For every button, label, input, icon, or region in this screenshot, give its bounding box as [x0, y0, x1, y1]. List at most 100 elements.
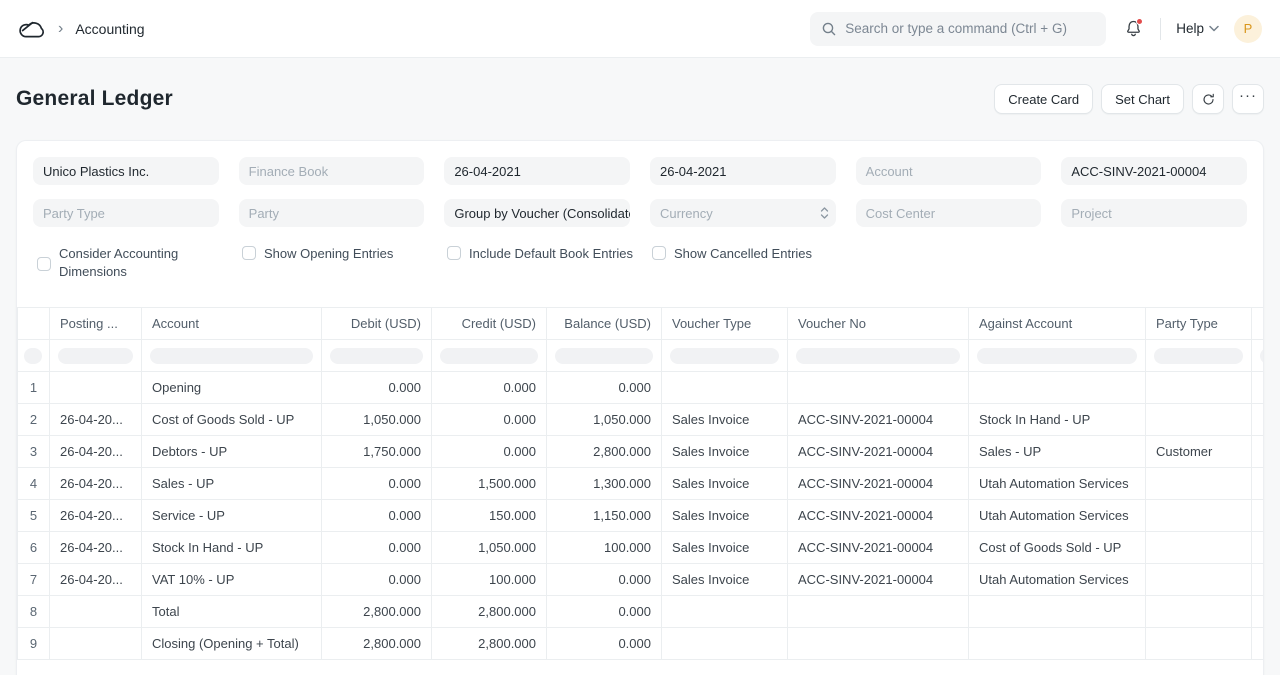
cell-posting-date[interactable]: 26-04-20...: [50, 468, 142, 500]
user-avatar[interactable]: P: [1234, 15, 1262, 43]
cell-voucher-type[interactable]: Sales Invoice: [662, 500, 788, 532]
finance-book-filter[interactable]: Finance Book: [239, 157, 425, 185]
cell-posting-date[interactable]: [50, 628, 142, 660]
cell-against-account[interactable]: [969, 596, 1146, 628]
cell-voucher-type[interactable]: Sales Invoice: [662, 532, 788, 564]
col-header-posting-date[interactable]: Posting ...: [50, 308, 142, 340]
cell-debit[interactable]: 2,800.000: [322, 596, 432, 628]
cell-party-type[interactable]: [1146, 468, 1252, 500]
col-header-debit[interactable]: Debit (USD): [322, 308, 432, 340]
breadcrumb[interactable]: Accounting: [75, 21, 144, 37]
cell-credit[interactable]: 0.000: [432, 372, 547, 404]
cell-debit[interactable]: 2,800.000: [322, 628, 432, 660]
cell-account[interactable]: Stock In Hand - UP: [142, 532, 322, 564]
col-header-party[interactable]: Party: [1252, 308, 1264, 340]
cell-party[interactable]: [1252, 628, 1264, 660]
col-header-against-account[interactable]: Against Account: [969, 308, 1146, 340]
cell-party-type[interactable]: [1146, 404, 1252, 436]
create-card-button[interactable]: Create Card: [994, 84, 1093, 114]
cell-against-account[interactable]: Sales - UP: [969, 436, 1146, 468]
cell-party-type[interactable]: [1146, 628, 1252, 660]
column-filter-input[interactable]: [330, 348, 423, 364]
voucher-no-filter[interactable]: ACC-SINV-2021-00004: [1061, 157, 1247, 185]
cell-party-type[interactable]: [1146, 596, 1252, 628]
app-logo-icon[interactable]: [18, 17, 46, 41]
cell-party-type[interactable]: Customer: [1146, 436, 1252, 468]
cell-voucher-no[interactable]: [788, 372, 969, 404]
col-header-account[interactable]: Account: [142, 308, 322, 340]
cell-party-type[interactable]: [1146, 564, 1252, 596]
cell-account[interactable]: Service - UP: [142, 500, 322, 532]
cell-against-account[interactable]: Utah Automation Services: [969, 468, 1146, 500]
cell-voucher-type[interactable]: Sales Invoice: [662, 404, 788, 436]
cell-voucher-no[interactable]: [788, 628, 969, 660]
cell-balance[interactable]: 0.000: [547, 372, 662, 404]
cell-voucher-no[interactable]: ACC-SINV-2021-00004: [788, 468, 969, 500]
cell-account[interactable]: Closing (Opening + Total): [142, 628, 322, 660]
cell-balance[interactable]: 2,800.000: [547, 436, 662, 468]
cell-voucher-no[interactable]: [788, 596, 969, 628]
cell-account[interactable]: Total: [142, 596, 322, 628]
cell-debit[interactable]: 0.000: [322, 500, 432, 532]
cell-credit[interactable]: 2,800.000: [432, 628, 547, 660]
cell-account[interactable]: Debtors - UP: [142, 436, 322, 468]
cell-account[interactable]: VAT 10% - UP: [142, 564, 322, 596]
cost-center-filter[interactable]: Cost Center: [856, 199, 1042, 227]
cell-balance[interactable]: 0.000: [547, 596, 662, 628]
cell-voucher-type[interactable]: [662, 372, 788, 404]
cell-debit[interactable]: 1,750.000: [322, 436, 432, 468]
cell-voucher-type[interactable]: Sales Invoice: [662, 564, 788, 596]
cell-against-account[interactable]: Utah Automation Services: [969, 500, 1146, 532]
checkbox-icon[interactable]: [37, 257, 51, 271]
cell-voucher-type[interactable]: [662, 596, 788, 628]
column-filter-input[interactable]: [555, 348, 653, 364]
column-filter-input[interactable]: [440, 348, 538, 364]
col-header-voucher-no[interactable]: Voucher No: [788, 308, 969, 340]
cell-balance[interactable]: 1,300.000: [547, 468, 662, 500]
cell-posting-date[interactable]: 26-04-20...: [50, 532, 142, 564]
cell-account[interactable]: Sales - UP: [142, 468, 322, 500]
cell-party[interactable]: [1252, 532, 1264, 564]
cell-party-type[interactable]: [1146, 532, 1252, 564]
column-filter-input[interactable]: [24, 348, 42, 364]
help-menu[interactable]: Help: [1176, 21, 1219, 36]
cell-credit[interactable]: 0.000: [432, 436, 547, 468]
check-show-cancelled-entries[interactable]: Show Cancelled Entries: [652, 245, 857, 281]
cell-debit[interactable]: 1,050.000: [322, 404, 432, 436]
cell-voucher-no[interactable]: ACC-SINV-2021-00004: [788, 564, 969, 596]
to-date-filter[interactable]: 26-04-2021: [650, 157, 836, 185]
cell-party[interactable]: [1252, 500, 1264, 532]
col-header-balance[interactable]: Balance (USD): [547, 308, 662, 340]
cell-credit[interactable]: 1,500.000: [432, 468, 547, 500]
cell-voucher-type[interactable]: [662, 628, 788, 660]
from-date-filter[interactable]: 26-04-2021: [444, 157, 630, 185]
cell-credit[interactable]: 2,800.000: [432, 596, 547, 628]
column-filter-input[interactable]: [796, 348, 960, 364]
cell-party-type[interactable]: [1146, 372, 1252, 404]
cell-balance[interactable]: 1,050.000: [547, 404, 662, 436]
cell-credit[interactable]: 0.000: [432, 404, 547, 436]
cell-posting-date[interactable]: 26-04-20...: [50, 500, 142, 532]
cell-party[interactable]: [1252, 468, 1264, 500]
column-filter-input[interactable]: [150, 348, 313, 364]
refresh-button[interactable]: [1192, 84, 1224, 114]
global-search[interactable]: [810, 12, 1106, 46]
cell-party[interactable]: [1252, 564, 1264, 596]
cell-party[interactable]: [1252, 404, 1264, 436]
currency-filter[interactable]: Currency: [650, 199, 836, 227]
company-filter[interactable]: Unico Plastics Inc.: [33, 157, 219, 185]
cell-balance[interactable]: 0.000: [547, 564, 662, 596]
check-consider-accounting-dimensions[interactable]: Consider Accounting Dimensions: [37, 245, 242, 281]
cell-voucher-no[interactable]: ACC-SINV-2021-00004: [788, 436, 969, 468]
search-input[interactable]: [845, 21, 1095, 36]
cell-party[interactable]: [1252, 596, 1264, 628]
cell-posting-date[interactable]: 26-04-20...: [50, 564, 142, 596]
checkbox-icon[interactable]: [652, 246, 666, 260]
cell-balance[interactable]: 0.000: [547, 628, 662, 660]
cell-against-account[interactable]: Utah Automation Services: [969, 564, 1146, 596]
cell-voucher-no[interactable]: ACC-SINV-2021-00004: [788, 532, 969, 564]
cell-against-account[interactable]: [969, 372, 1146, 404]
cell-debit[interactable]: 0.000: [322, 372, 432, 404]
check-show-opening-entries[interactable]: Show Opening Entries: [242, 245, 447, 281]
account-filter[interactable]: Account: [856, 157, 1042, 185]
